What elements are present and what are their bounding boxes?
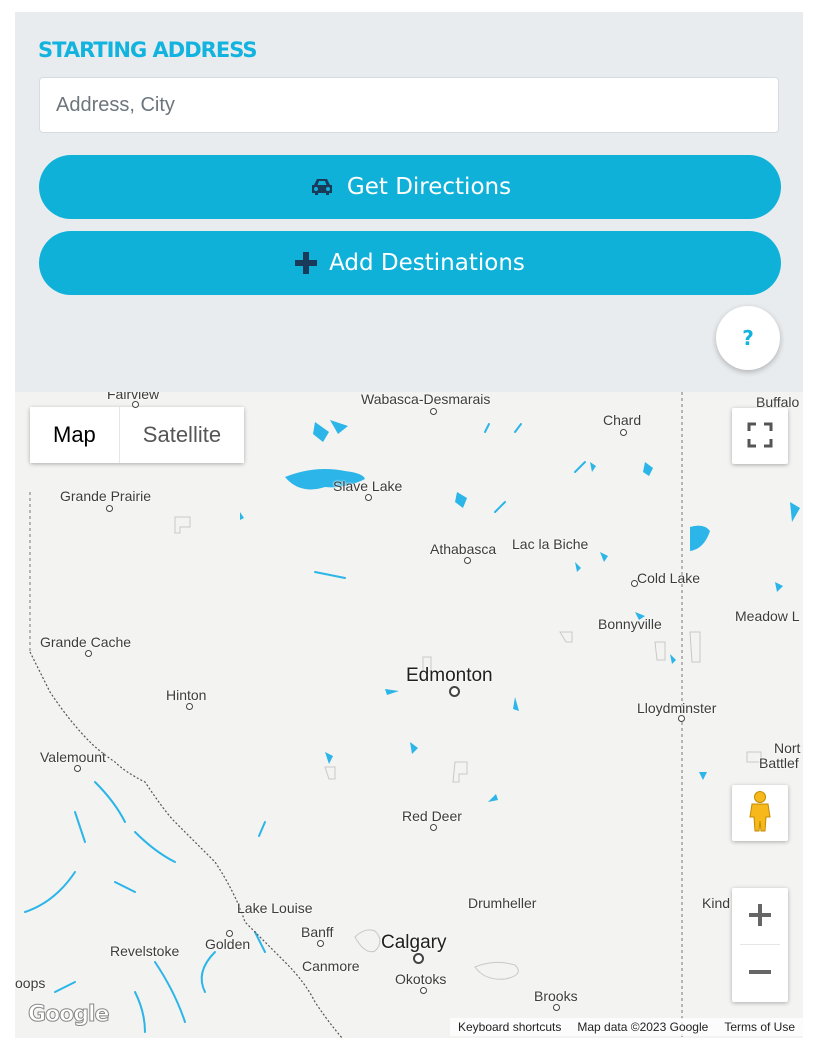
place-marker	[420, 987, 427, 994]
place-label: Nort	[774, 740, 801, 756]
fullscreen-button[interactable]	[732, 408, 788, 464]
place-label: Lloydminster	[637, 700, 717, 716]
add-destinations-label: Add Destinations	[329, 250, 525, 276]
place-marker	[106, 505, 113, 512]
place-label: Lake Louise	[237, 900, 313, 916]
map-type-satellite[interactable]: Satellite	[119, 407, 245, 463]
place-marker	[85, 650, 92, 657]
minus-icon	[749, 961, 771, 986]
starting-address-title: STARTING ADDRESS	[38, 38, 257, 62]
place-marker	[464, 557, 471, 564]
place-marker	[413, 953, 424, 964]
directions-panel: STARTING ADDRESS Get Directions Add Dest…	[15, 12, 803, 392]
map[interactable]: Map Satellite Fairview Wabasca-Desmarais…	[15, 392, 803, 1038]
zoom-control	[732, 888, 788, 1002]
place-label: Slave Lake	[333, 478, 403, 494]
map-type-map[interactable]: Map	[30, 407, 120, 463]
place-marker	[678, 715, 685, 722]
help-button[interactable]: ?	[716, 306, 780, 370]
place-label: Calgary	[381, 932, 447, 953]
place-label: Drumheller	[468, 895, 537, 911]
place-label: oops	[15, 975, 46, 991]
place-label: Meadow L	[735, 608, 800, 624]
keyboard-shortcuts-link[interactable]: Keyboard shortcuts	[450, 1020, 569, 1034]
place-label: Chard	[603, 412, 642, 428]
map-data-text: Map data ©2023 Google	[577, 1020, 709, 1034]
place-label: Buffalo	[756, 394, 800, 410]
place-marker	[553, 1004, 560, 1011]
place-marker	[74, 765, 81, 772]
place-label: Hinton	[166, 687, 207, 703]
zoom-in-button[interactable]	[732, 888, 788, 944]
car-icon	[309, 177, 335, 197]
place-marker	[449, 686, 460, 697]
place-label: Golden	[205, 936, 251, 952]
zoom-out-button[interactable]	[732, 945, 788, 1001]
map-type-control: Map Satellite	[30, 407, 245, 463]
address-input[interactable]	[39, 77, 779, 133]
place-label: Valemount	[40, 749, 106, 765]
fullscreen-icon	[747, 422, 773, 451]
place-label: Canmore	[302, 958, 360, 974]
place-label: Banff	[301, 924, 334, 940]
place-label: Wabasca-Desmarais	[361, 392, 491, 407]
street-view-pegman[interactable]	[732, 785, 788, 841]
place-label: Cold Lake	[637, 570, 701, 586]
place-label: Grande Prairie	[60, 488, 152, 504]
map-attribution: Keyboard shortcuts Map data ©2023 Google…	[449, 1018, 803, 1036]
pegman-icon	[747, 790, 773, 836]
plus-icon	[749, 903, 771, 929]
place-marker	[631, 580, 638, 587]
get-directions-label: Get Directions	[346, 174, 512, 200]
place-marker	[317, 940, 324, 947]
place-label: Fairview	[107, 392, 160, 402]
place-marker	[620, 429, 627, 436]
place-label: Kind	[702, 895, 731, 911]
place-label: Athabasca	[430, 541, 497, 557]
place-marker	[430, 824, 437, 831]
place-marker	[186, 703, 193, 710]
place-label: Battlef	[759, 755, 799, 771]
google-logo: Google	[28, 1002, 110, 1028]
add-destinations-button[interactable]: Add Destinations	[39, 231, 781, 295]
get-directions-button[interactable]: Get Directions	[39, 155, 781, 219]
place-label: Lac la Biche	[512, 536, 589, 552]
place-label: Edmonton	[406, 665, 493, 686]
place-label: Okotoks	[395, 971, 447, 987]
place-marker	[430, 408, 437, 415]
place-label: Grande Cache	[40, 634, 132, 650]
place-marker	[226, 930, 233, 937]
place-label: Revelstoke	[110, 943, 180, 959]
place-label: Brooks	[534, 988, 578, 1004]
terms-of-use-link[interactable]: Terms of Use	[716, 1020, 803, 1034]
plus-icon	[295, 252, 318, 274]
place-label: Bonnyville	[598, 616, 662, 632]
place-label: Red Deer	[402, 808, 462, 824]
place-marker	[132, 401, 139, 408]
place-marker	[365, 494, 372, 501]
